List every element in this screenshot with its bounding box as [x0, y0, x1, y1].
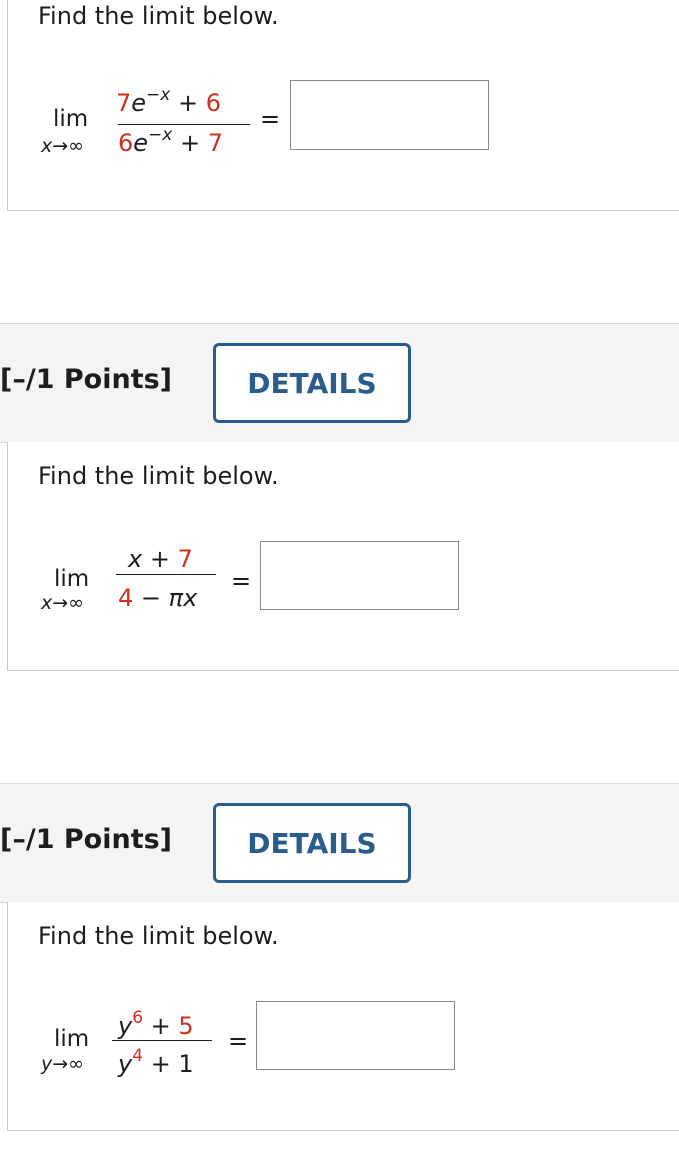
- question-1-card: Find the limit below. lim x→∞ 7e−x + 6 6…: [7, 0, 679, 211]
- answer-input-2[interactable]: [260, 541, 459, 610]
- fraction-bar: [112, 1040, 212, 1041]
- fraction-numerator: y6 + 5: [118, 1008, 194, 1040]
- limit-subscript: x→∞: [41, 135, 84, 157]
- details-button[interactable]: DETAILS: [213, 803, 411, 883]
- answer-input-1[interactable]: [290, 80, 489, 150]
- fraction-bar: [116, 574, 216, 575]
- equals-sign: =: [260, 105, 281, 133]
- limit-subscript: y→∞: [41, 1053, 84, 1075]
- limit-operator: lim: [53, 106, 89, 132]
- question-2-header: [–/1 Points] DETAILS: [0, 323, 679, 443]
- fraction-denominator: 6e−x + 7: [118, 125, 224, 157]
- fraction-numerator: 7e−x + 6: [116, 85, 222, 117]
- question-3-prompt: Find the limit below.: [38, 922, 279, 950]
- limit-operator: lim: [54, 566, 90, 592]
- question-2-card: Find the limit below. lim x→∞ x + 7 4 − …: [7, 442, 679, 671]
- question-2-prompt: Find the limit below.: [38, 462, 279, 490]
- fraction-denominator: 4 − πx: [118, 584, 198, 612]
- fraction-bar: [118, 124, 250, 125]
- limit-operator: lim: [54, 1026, 90, 1052]
- equals-sign: =: [228, 1027, 249, 1055]
- details-button[interactable]: DETAILS: [213, 343, 411, 423]
- fraction-denominator: y4 + 1: [118, 1046, 194, 1078]
- question-3-header: [–/1 Points] DETAILS: [0, 783, 679, 903]
- question-3-card: Find the limit below. lim y→∞ y6 + 5 y4 …: [7, 902, 679, 1131]
- equals-sign: =: [231, 567, 252, 595]
- points-label: [–/1 Points]: [0, 824, 173, 855]
- points-label: [–/1 Points]: [0, 364, 173, 395]
- limit-subscript: x→∞: [41, 592, 84, 614]
- question-1-prompt: Find the limit below.: [38, 2, 279, 30]
- answer-input-3[interactable]: [256, 1001, 455, 1070]
- fraction-numerator: x + 7: [128, 545, 193, 573]
